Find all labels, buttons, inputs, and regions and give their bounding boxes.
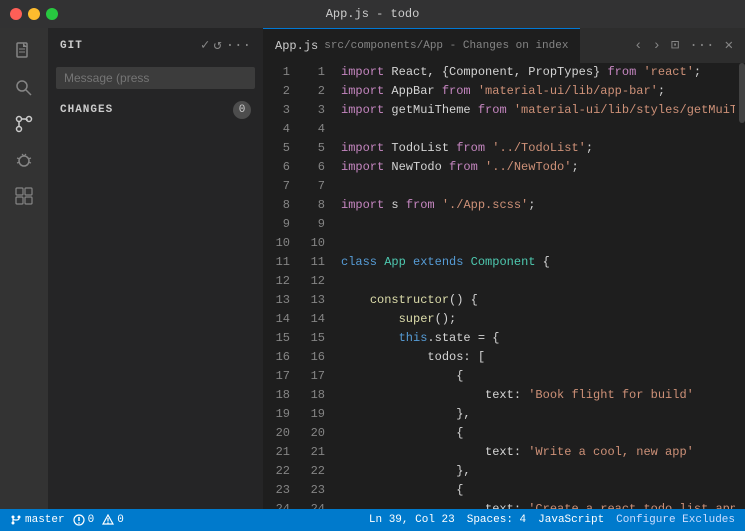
code-line: constructor() { [341, 291, 735, 310]
search-icon[interactable] [8, 72, 40, 104]
code-line: }, [341, 405, 735, 424]
code-line: import NewTodo from '../NewTodo'; [341, 158, 735, 177]
sidebar-header-actions: ✓ ↺ ··· [201, 37, 251, 54]
changes-section[interactable]: CHANGES 0 [48, 97, 263, 123]
code-line: super(); [341, 310, 735, 329]
configure-excludes-link[interactable]: Configure Excludes [616, 514, 735, 526]
scrollbar-track[interactable] [735, 63, 745, 509]
activity-bar [0, 28, 48, 509]
code-editor[interactable]: import React, {Component, PropTypes} fro… [333, 63, 735, 509]
errors-count: 0 [88, 514, 95, 526]
main-layout: GIT ✓ ↺ ··· CHANGES 0 App.js src/compone… [0, 28, 745, 509]
changes-count-badge: 0 [233, 101, 251, 119]
scrollbar-thumb[interactable] [739, 63, 745, 123]
status-bar: master 0 0 Ln 39, Col 23 Spaces: 4 JavaS… [0, 509, 745, 531]
files-icon[interactable] [8, 36, 40, 68]
nav-forward-icon[interactable]: › [649, 36, 665, 56]
sidebar: GIT ✓ ↺ ··· CHANGES 0 [48, 28, 263, 509]
changes-label: CHANGES [60, 104, 113, 116]
warnings-status[interactable]: 0 [102, 514, 124, 526]
code-line: text: 'Create a react todo list app' [341, 500, 735, 509]
close-button[interactable] [10, 8, 22, 20]
line-gutter-left: 1234567891011121314151617181920212223242… [263, 63, 298, 509]
code-line: import AppBar from 'material-ui/lib/app-… [341, 82, 735, 101]
status-right: Ln 39, Col 23 Spaces: 4 JavaScript Confi… [369, 514, 735, 526]
code-line: this.state = { [341, 329, 735, 348]
editor-tab[interactable]: App.js src/components/App - Changes on i… [263, 28, 580, 63]
code-line: { [341, 424, 735, 443]
code-line: { [341, 367, 735, 386]
refresh-icon[interactable]: ↺ [213, 37, 221, 54]
code-line [341, 177, 735, 196]
sidebar-header: GIT ✓ ↺ ··· [48, 28, 263, 63]
code-line: { [341, 481, 735, 500]
git-icon[interactable] [8, 108, 40, 140]
code-line: import TodoList from '../TodoList'; [341, 139, 735, 158]
warnings-count: 0 [117, 514, 124, 526]
minimize-button[interactable] [28, 8, 40, 20]
code-line: text: 'Book flight for build' [341, 386, 735, 405]
code-line: text: 'Write a cool, new app' [341, 443, 735, 462]
nav-back-icon[interactable]: ‹ [630, 36, 646, 56]
more-icon[interactable]: ··· [226, 38, 251, 54]
spaces-indicator[interactable]: Spaces: 4 [467, 514, 526, 526]
code-line: import getMuiTheme from 'material-ui/lib… [341, 101, 735, 120]
code-line: import s from './App.scss'; [341, 196, 735, 215]
editor-content: 1234567891011121314151617181920212223242… [263, 63, 745, 509]
commit-message-input[interactable] [56, 67, 255, 89]
editor-area: App.js src/components/App - Changes on i… [263, 28, 745, 509]
line-gutter-right: 1234567891011121314151617181920212223242… [298, 63, 333, 509]
code-line: todos: [ [341, 348, 735, 367]
window-title: App.js - todo [326, 7, 420, 21]
status-left: master 0 0 [10, 514, 124, 526]
tab-bar: App.js src/components/App - Changes on i… [263, 28, 745, 63]
git-branch-status[interactable]: master [10, 514, 65, 526]
code-line [341, 215, 735, 234]
debug-icon[interactable] [8, 144, 40, 176]
commit-icon[interactable]: ✓ [201, 37, 209, 54]
tab-filename: App.js [275, 39, 318, 53]
errors-status[interactable]: 0 [73, 514, 95, 526]
tab-nav-controls: ‹ › ⊡ ··· ✕ [622, 28, 745, 63]
split-editor-icon[interactable]: ⊡ [667, 35, 683, 56]
code-line [341, 234, 735, 253]
code-line [341, 272, 735, 291]
maximize-button[interactable] [46, 8, 58, 20]
extensions-icon[interactable] [8, 180, 40, 212]
title-bar: App.js - todo [0, 0, 745, 28]
code-line: }, [341, 462, 735, 481]
more-editor-icon[interactable]: ··· [685, 36, 718, 56]
window-controls [10, 8, 58, 20]
cursor-position[interactable]: Ln 39, Col 23 [369, 514, 455, 526]
branch-name: master [25, 514, 65, 526]
code-line [341, 120, 735, 139]
code-line: class App extends Component { [341, 253, 735, 272]
close-editor-icon[interactable]: ✕ [721, 35, 737, 56]
language-mode[interactable]: JavaScript [538, 514, 604, 526]
code-line: import React, {Component, PropTypes} fro… [341, 63, 735, 82]
tab-path: src/components/App - Changes on index [324, 40, 568, 52]
sidebar-git-title: GIT [60, 40, 83, 52]
